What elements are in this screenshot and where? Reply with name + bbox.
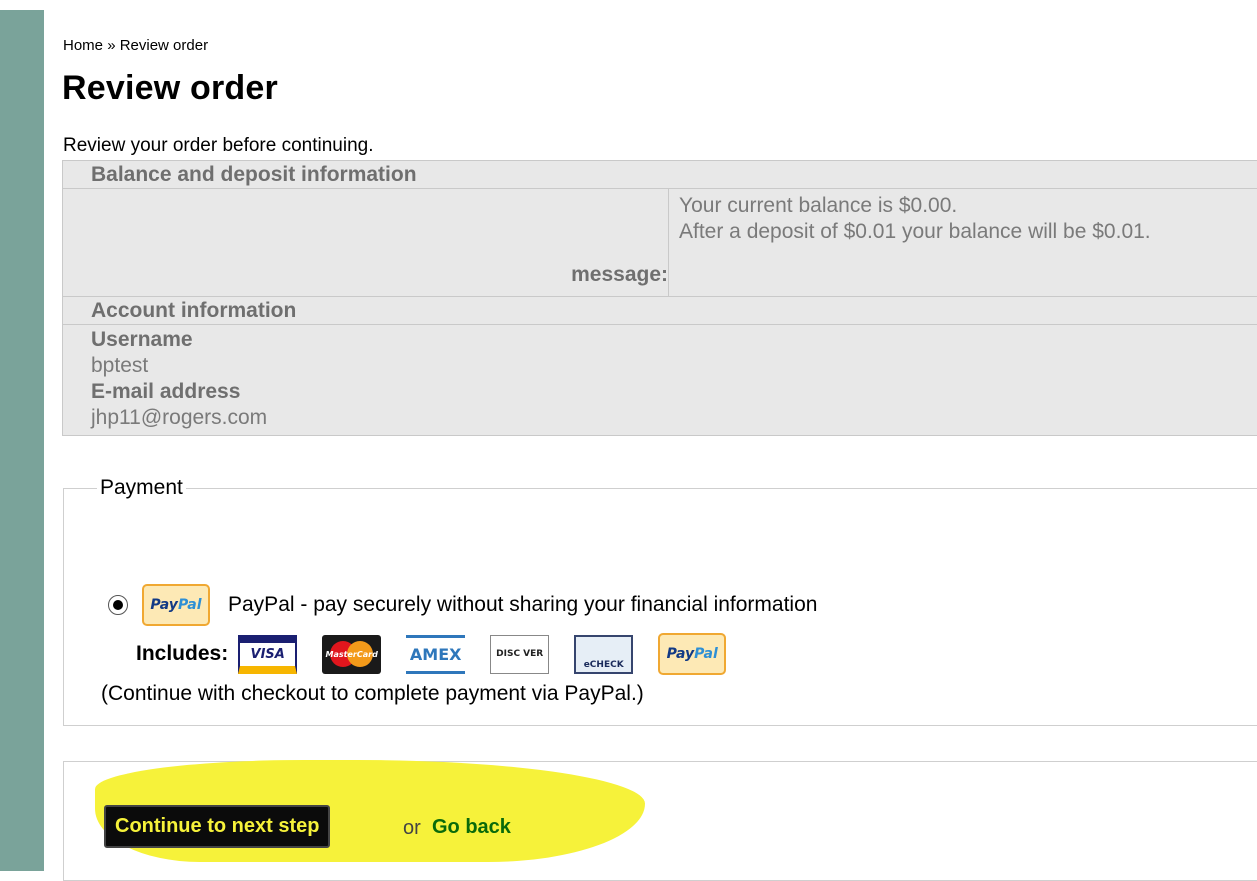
- username-label: Username: [91, 328, 193, 351]
- mastercard-card-icon: MasterCard: [322, 634, 382, 674]
- breadcrumb-current: Review order: [119, 37, 209, 54]
- discover-card-icon: DISC VER: [490, 634, 550, 674]
- radio-selected-dot: [113, 600, 123, 610]
- account-section-heading: Account information: [62, 297, 1257, 325]
- review-table: Balance and deposit information message:…: [62, 160, 1257, 436]
- left-sidebar-bar: [0, 0, 44, 871]
- payment-legend: Payment: [100, 476, 183, 499]
- breadcrumb-home-link[interactable]: Home: [63, 37, 103, 54]
- message-text: Your current balance is $0.00. After a d…: [669, 189, 1179, 296]
- email-label: E-mail address: [91, 380, 241, 403]
- paypal-radio-button[interactable]: [108, 595, 128, 615]
- continue-to-next-step-button[interactable]: Continue to next step: [104, 805, 331, 848]
- breadcrumb-separator: »: [107, 37, 116, 54]
- intro-text: Review your order before continuing.: [63, 135, 374, 156]
- paypal-continue-note: (Continue with checkout to complete paym…: [101, 682, 644, 705]
- or-separator-text: or: [403, 817, 421, 839]
- username-value: bptest: [91, 354, 149, 377]
- amex-card-icon: AMEX: [406, 634, 466, 674]
- email-value: jhp11@rogers.com: [91, 406, 268, 429]
- account-details: Username bptest E-mail address jhp11@rog…: [62, 325, 1257, 435]
- message-line-2: After a deposit of $0.01 your balance wi…: [679, 220, 1151, 243]
- balance-message-row: message: Your current balance is $0.00. …: [62, 189, 1257, 297]
- balance-section-heading: Balance and deposit information: [62, 161, 1257, 189]
- includes-label: Includes:: [136, 642, 229, 665]
- accepted-cards-row: Includes: VISA MasterCard AMEX DISC VER …: [136, 633, 727, 675]
- message-label: message:: [63, 189, 669, 296]
- paypal-payment-option[interactable]: Pay Pal PayPal - pay securely without sha…: [108, 584, 817, 626]
- paypal-option-label[interactable]: PayPal - pay securely without sharing yo…: [228, 593, 817, 617]
- paypal-logo-icon: Pay Pal: [142, 584, 210, 626]
- page-title: Review order: [62, 69, 278, 107]
- visa-card-icon: VISA: [238, 634, 298, 674]
- left-sidebar-stripe: [0, 10, 44, 871]
- breadcrumb: Home » Review order: [63, 37, 208, 54]
- payment-fieldset: Payment Pay Pal PayPal - pay securely wit…: [63, 476, 1257, 726]
- echeck-icon: eCHECK: [574, 634, 634, 674]
- paypal-card-icon: Pay Pal: [658, 633, 727, 675]
- message-line-1: Your current balance is $0.00.: [679, 194, 958, 217]
- go-back-link[interactable]: Go back: [432, 816, 511, 839]
